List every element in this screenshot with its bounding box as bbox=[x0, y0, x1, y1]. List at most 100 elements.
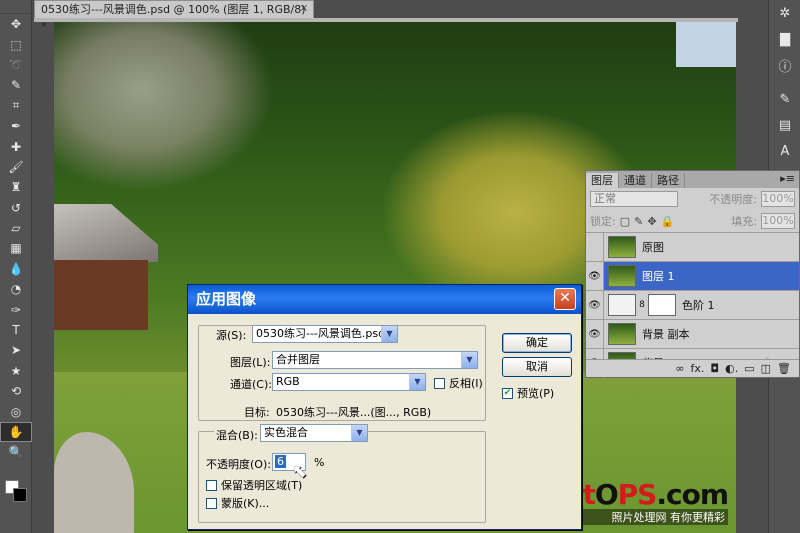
3d-rotate-tool-icon[interactable]: ⟲ bbox=[0, 381, 32, 401]
mask-link-icon[interactable]: 8 bbox=[638, 300, 646, 310]
source-select[interactable]: 0530练习---风景调色.psd ▼ bbox=[252, 325, 398, 343]
blending-label: 混合(B): bbox=[214, 427, 260, 443]
shape-tool-icon[interactable]: ★ bbox=[0, 361, 32, 381]
fill-label: 填充: bbox=[731, 215, 757, 228]
gradient-tool-icon[interactable]: ▦ bbox=[0, 238, 32, 258]
navigator-icon[interactable]: ✲ bbox=[769, 0, 800, 26]
brush-presets-icon[interactable]: ✎ bbox=[769, 86, 800, 112]
eraser-tool-icon[interactable]: ▱ bbox=[0, 218, 32, 238]
hand-tool-icon[interactable]: ✋ bbox=[0, 421, 32, 443]
layer-row[interactable]: 👁 背景 副本 bbox=[586, 319, 799, 349]
dodge-tool-icon[interactable]: ◔ bbox=[0, 279, 32, 299]
pen-tool-icon[interactable]: ✑ bbox=[0, 299, 32, 319]
apply-image-dialog: 应用图像 ✕ 源(S): 0530练习---风景调色.psd ▼ 图层(L): … bbox=[187, 284, 582, 530]
document-close-icon[interactable]: × bbox=[298, 3, 310, 15]
chevron-down-icon: ▼ bbox=[351, 425, 367, 441]
marquee-tool-icon[interactable]: ⬚ bbox=[0, 34, 32, 54]
document-tab[interactable]: 0530练习---风景调色.psd @ 100% (图层 1, RGB/8) *… bbox=[34, 0, 314, 33]
fill-field[interactable]: 100% bbox=[761, 213, 795, 229]
panel-menu-icon[interactable]: ▸≡ bbox=[780, 172, 795, 185]
add-mask-icon[interactable]: ◘ bbox=[710, 362, 719, 375]
layer-thumbnail bbox=[608, 294, 636, 316]
blending-select[interactable]: 实色混合 ▼ bbox=[260, 424, 368, 442]
type-tool-icon[interactable]: T bbox=[0, 320, 32, 340]
lock-icons[interactable]: ▢✎✥🔒 bbox=[620, 215, 679, 228]
opacity-label: 不透明度(O): bbox=[206, 458, 271, 471]
blend-mode-select[interactable]: 正常 bbox=[590, 191, 678, 207]
cancel-button[interactable]: 取消 bbox=[502, 357, 572, 377]
clone-stamp-tool-icon[interactable]: ♜ bbox=[0, 177, 32, 197]
new-layer-icon[interactable]: ◫ bbox=[761, 362, 771, 375]
trash-icon[interactable]: 🗑 bbox=[777, 362, 791, 375]
tab-channels[interactable]: 通道 bbox=[619, 173, 652, 188]
zoom-tool-icon[interactable]: 🔍 bbox=[0, 442, 32, 462]
channel-select[interactable]: RGB ▼ bbox=[272, 373, 426, 391]
preview-checkbox[interactable]: ✔ 预览(P) bbox=[502, 385, 554, 401]
blur-tool-icon[interactable]: 💧 bbox=[0, 259, 32, 279]
source-label: 源(S): bbox=[214, 327, 249, 343]
layer-row[interactable]: 👁 图层 1 bbox=[586, 261, 799, 291]
visibility-eye-icon[interactable]: 👁 bbox=[586, 319, 604, 349]
crop-tool-icon[interactable]: ⌗ bbox=[0, 96, 32, 116]
ok-button[interactable]: 确定 bbox=[502, 333, 572, 353]
opacity-label: 不透明度: bbox=[709, 193, 757, 206]
layer-row[interactable]: 👁 8 色阶 1 bbox=[586, 290, 799, 320]
visibility-eye-icon[interactable]: 👁 bbox=[586, 290, 604, 320]
3d-orbit-tool-icon[interactable]: ◎ bbox=[0, 401, 32, 421]
dialog-titlebar[interactable]: 应用图像 ✕ bbox=[188, 285, 581, 314]
visibility-eye-icon[interactable]: 👁 bbox=[586, 261, 604, 291]
mask-checkbox-box bbox=[206, 497, 217, 509]
history-brush-tool-icon[interactable]: ↺ bbox=[0, 198, 32, 218]
visibility-eye-icon[interactable] bbox=[586, 232, 604, 262]
opacity-field[interactable]: 100% bbox=[761, 191, 795, 207]
new-group-icon[interactable]: ▭ bbox=[744, 362, 754, 375]
canvas-flowering-trees bbox=[54, 22, 274, 192]
preserve-transparency-box bbox=[206, 479, 217, 491]
layer-thumbnail bbox=[608, 236, 636, 258]
opacity-unit: % bbox=[314, 456, 325, 469]
tools-panel-grip[interactable] bbox=[0, 0, 31, 14]
chevron-down-icon: ▼ bbox=[381, 326, 397, 342]
adjustment-layer-icon[interactable]: ◐. bbox=[725, 362, 738, 375]
eyedropper-tool-icon[interactable]: ✒ bbox=[0, 116, 32, 136]
dock-icon-list: ✲▇ⓘ✎▤A¶ bbox=[769, 0, 800, 190]
layer-mask-thumbnail bbox=[648, 294, 676, 316]
preview-checkbox-box: ✔ bbox=[502, 387, 513, 399]
dialog-close-button[interactable]: ✕ bbox=[554, 288, 576, 310]
background-color-swatch[interactable] bbox=[13, 488, 27, 502]
clone-source-icon[interactable]: ▤ bbox=[769, 112, 800, 138]
tab-paths[interactable]: 路径 bbox=[652, 173, 685, 188]
layer-row[interactable]: 原图 bbox=[586, 232, 799, 262]
healing-brush-tool-icon[interactable]: ✚ bbox=[0, 136, 32, 156]
layer-select[interactable]: 合并图层 ▼ bbox=[272, 351, 478, 369]
canvas-pavilion-body bbox=[54, 260, 148, 330]
target-label: 目标: bbox=[244, 406, 270, 419]
histogram-icon[interactable]: ▇ bbox=[769, 26, 800, 52]
brush-tool-icon[interactable]: 🖌 bbox=[0, 157, 32, 177]
chevron-down-icon: ▼ bbox=[409, 374, 425, 390]
layer-thumbnail bbox=[608, 265, 636, 287]
path-select-tool-icon[interactable]: ➤ bbox=[0, 340, 32, 360]
layers-panel-tabs: 图层 通道 路径 ▸≡ bbox=[586, 171, 799, 188]
layers-panel-footer: ∞ fx. ◘ ◐. ▭ ◫ 🗑 bbox=[586, 359, 799, 377]
mouse-cursor-icon: ⬉ bbox=[292, 461, 308, 482]
canvas-sky bbox=[676, 22, 736, 67]
character-icon[interactable]: A bbox=[769, 138, 800, 164]
tab-layers[interactable]: 图层 bbox=[586, 173, 619, 188]
mask-checkbox[interactable]: 蒙版(K)... bbox=[206, 495, 269, 511]
layers-panel: 图层 通道 路径 ▸≡ 正常 不透明度: 100% 锁定: ▢✎✥🔒 填充: 1… bbox=[585, 170, 800, 378]
target-value: 0530练习---风景...(图..., RGB) bbox=[276, 406, 432, 419]
layer-style-icon[interactable]: fx. bbox=[691, 362, 705, 375]
quick-select-tool-icon[interactable]: ✎ bbox=[0, 75, 32, 95]
link-layers-icon[interactable]: ∞ bbox=[675, 362, 684, 375]
move-tool-icon[interactable]: ✥ bbox=[0, 14, 32, 34]
layer-thumbnail bbox=[608, 323, 636, 345]
info-icon[interactable]: ⓘ bbox=[769, 52, 800, 78]
layer-list: 原图👁图层 1👁8色阶 1👁背景 副本👁背景🔒 bbox=[586, 232, 799, 378]
layer-name: 原图 bbox=[642, 241, 664, 254]
preserve-transparency-checkbox[interactable]: 保留透明区域(T) bbox=[206, 477, 302, 493]
invert-checkbox[interactable]: 反相(I) bbox=[434, 375, 483, 391]
layer-label: 图层(L): bbox=[230, 356, 271, 369]
lasso-tool-icon[interactable]: ➰ bbox=[0, 55, 32, 75]
tools-panel: ✥ ⬚ ➰ ✎ ⌗ ✒ ✚ 🖌 ♜ ↺ ▱ ▦ 💧 ◔ ✑ T ➤ ★ ⟲ ◎ ✋ 🔍 bbox=[0, 0, 32, 533]
